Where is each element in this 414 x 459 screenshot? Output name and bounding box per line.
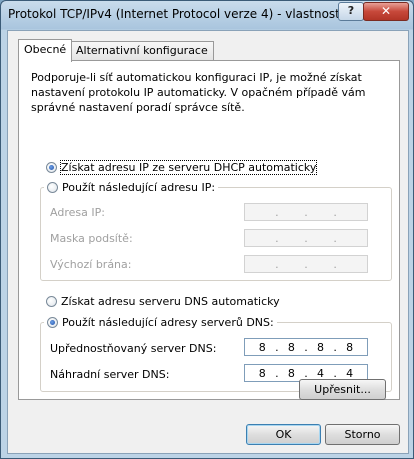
dns-auto-radio[interactable] xyxy=(46,296,57,307)
dialog-client-area: Alternativní konfigurace Obecné Podporuj… xyxy=(7,30,409,454)
dns-auto-label[interactable]: Získat adresu serveru DNS automaticky xyxy=(61,295,280,308)
window-title: Protokol TCP/IPv4 (Internet Protocol ver… xyxy=(8,7,344,21)
alternate-dns-label: Náhradní server DNS: xyxy=(50,368,170,381)
ip-auto-radio[interactable] xyxy=(46,162,57,173)
dns-manual-option[interactable]: Použít následující adresy serverů DNS: xyxy=(44,316,277,329)
ip-address-label: Adresa IP: xyxy=(50,206,105,219)
preferred-dns-label: Upřednostňovaný server DNS: xyxy=(50,342,217,355)
preferred-dns-input[interactable]: 8.8.8.8 xyxy=(244,338,368,356)
ip-manual-radio[interactable] xyxy=(47,182,58,193)
dns-manual-label[interactable]: Použít následující adresy serverů DNS: xyxy=(62,316,274,329)
tab-panel-general: Podporuje-li síť automatickou konfigurac… xyxy=(18,60,400,400)
subnet-mask-label: Maska podsítě: xyxy=(50,232,133,245)
dns-auto-option[interactable]: Získat adresu serveru DNS automaticky xyxy=(46,295,280,308)
default-gateway-label: Výchozí brána: xyxy=(50,258,132,271)
title-bar[interactable]: Protokol TCP/IPv4 (Internet Protocol ver… xyxy=(1,1,413,29)
ip-auto-option[interactable]: Získat adresu IP ze serveru DHCP automat… xyxy=(46,160,318,175)
close-icon: ✕ xyxy=(380,4,392,18)
description-text: Podporuje-li síť automatickou konfigurac… xyxy=(31,71,366,114)
default-gateway-input[interactable]: ... xyxy=(244,255,368,273)
advanced-button[interactable]: Upřesnit... xyxy=(299,379,386,400)
ip-auto-label[interactable]: Získat adresu IP ze serveru DHCP automat… xyxy=(59,160,318,175)
ip-manual-option[interactable]: Použít následující adresu IP: xyxy=(44,181,219,194)
cancel-button[interactable]: Storno xyxy=(325,424,400,445)
close-button[interactable]: ✕ xyxy=(363,2,409,21)
help-icon: ? xyxy=(347,4,355,17)
ok-button[interactable]: OK xyxy=(246,424,321,445)
dialog-window: Protokol TCP/IPv4 (Internet Protocol ver… xyxy=(0,0,414,459)
dns-manual-radio[interactable] xyxy=(47,317,58,328)
ip-address-input[interactable]: ... xyxy=(244,203,368,221)
ip-manual-label[interactable]: Použít následující adresu IP: xyxy=(62,181,215,194)
help-button[interactable]: ? xyxy=(338,2,364,21)
tab-general[interactable]: Obecné xyxy=(18,39,73,62)
tab-alternate-config[interactable]: Alternativní konfigurace xyxy=(70,41,214,60)
subnet-mask-input[interactable]: ... xyxy=(244,229,368,247)
